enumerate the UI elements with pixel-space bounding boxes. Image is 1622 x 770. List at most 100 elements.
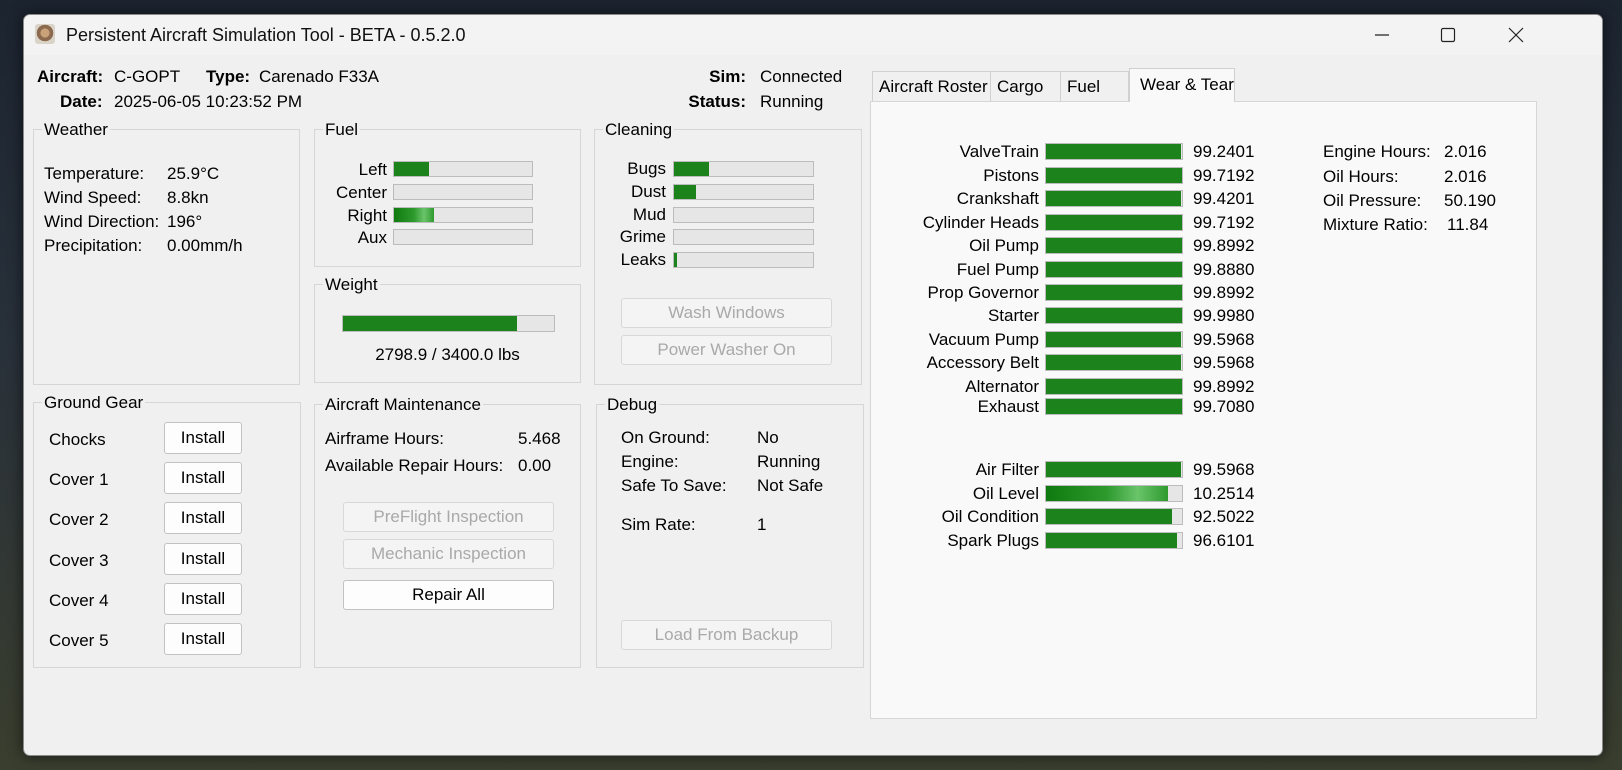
leaks-fill: [674, 253, 677, 267]
prop-governor-fill: [1046, 285, 1182, 300]
cover-5-install-button[interactable]: Install: [164, 623, 242, 655]
oil-pump-label: Oil Pump: [969, 236, 1039, 255]
close-button[interactable]: [1482, 15, 1550, 55]
alternator-bar: [1045, 378, 1183, 395]
sim-label: Sim:: [709, 67, 746, 86]
weight-text: 2798.9 / 3400.0 lbs: [375, 345, 520, 364]
cylinder-heads-bar: [1045, 214, 1183, 231]
cylinder-heads-fill: [1046, 215, 1182, 230]
valvetrain-value: 99.2401: [1193, 142, 1255, 161]
minimize-button[interactable]: [1348, 15, 1416, 55]
repair-hours-value: 0.00: [518, 456, 552, 475]
spark-plugs-label: Spark Plugs: [947, 531, 1039, 550]
oil-condition-label: Oil Condition: [941, 507, 1039, 526]
dust-bar: [673, 184, 814, 200]
cover-4-label: Cover 4: [49, 591, 109, 610]
crankshaft-label: Crankshaft: [956, 189, 1039, 208]
wear-components-list: ValveTrain 99.2401 Pistons 99.7192 Crankshaf…: [871, 102, 1536, 718]
type-value: Carenado F33A: [259, 67, 380, 86]
cover-4-install-button[interactable]: Install: [164, 583, 242, 615]
power-washer-button[interactable]: Power Washer On: [621, 335, 832, 365]
debug-group: Debug On Ground: No Engine: Running Safe…: [596, 395, 864, 668]
mechanic-inspection-button[interactable]: Mechanic Inspection: [343, 539, 554, 569]
title-bar[interactable]: Persistent Aircraft Simulation Tool - BE…: [24, 15, 1602, 55]
grime-bar: [673, 229, 814, 245]
repair-hours-label: Available Repair Hours:: [325, 456, 504, 475]
starter-fill: [1046, 308, 1182, 323]
cleaning-group: Cleaning Bugs Dust Mud Grime Leaks Wash …: [594, 120, 862, 385]
tab-wear-and-tear[interactable]: Wear & Tear: [1129, 68, 1235, 102]
maintenance-title: Aircraft Maintenance: [323, 395, 483, 415]
preflight-inspection-button[interactable]: PreFlight Inspection: [343, 502, 554, 532]
alternator-fill: [1046, 379, 1182, 394]
starter-label: Starter: [987, 306, 1039, 325]
engine-label: Engine:: [621, 452, 679, 471]
bugs-bar: [673, 161, 814, 177]
wind-speed-label: Wind Speed:: [44, 188, 142, 207]
leaks-label: Leaks: [620, 250, 666, 269]
on-ground-value: No: [757, 428, 779, 447]
cover-1-label: Cover 1: [49, 470, 109, 489]
safe-to-save-label: Safe To Save:: [621, 476, 727, 495]
vacuum-pump-bar: [1045, 331, 1183, 348]
cleaning-title: Cleaning: [603, 120, 675, 140]
accessory-belt-bar: [1045, 354, 1183, 371]
debug-title: Debug: [605, 395, 660, 415]
prop-governor-value: 99.8992: [1193, 283, 1255, 302]
bugs-fill: [674, 162, 709, 176]
vacuum-pump-value: 99.5968: [1193, 330, 1255, 349]
crankshaft-bar: [1045, 190, 1183, 207]
oil-condition-value: 92.5022: [1193, 507, 1255, 526]
type-label: Type:: [206, 67, 251, 86]
air-filter-bar: [1045, 461, 1183, 478]
engine-hours-label: Engine Hours:: [1323, 142, 1431, 161]
date-value: 2025-06-05 10:23:52 PM: [114, 92, 303, 111]
maintenance-group: Aircraft Maintenance Airframe Hours: 5.4…: [314, 395, 581, 668]
load-from-backup-button[interactable]: Load From Backup: [621, 620, 832, 650]
fuel-pump-fill: [1046, 262, 1182, 277]
app-logo-icon: [35, 24, 55, 44]
wash-windows-button[interactable]: Wash Windows: [621, 298, 832, 328]
fuel-left-bar: [393, 161, 533, 177]
accessory-belt-label: Accessory Belt: [926, 353, 1039, 372]
cover-2-install-button[interactable]: Install: [164, 502, 242, 534]
date-label: Date:: [60, 92, 103, 111]
starter-bar: [1045, 307, 1183, 324]
aircraft-value: C-GOPT: [114, 67, 181, 86]
cylinder-heads-label: Cylinder Heads: [922, 213, 1039, 232]
window-title: Persistent Aircraft Simulation Tool - BE…: [66, 25, 466, 45]
crankshaft-fill: [1046, 191, 1182, 206]
exhaust-bar: [1045, 398, 1183, 415]
weight-title: Weight: [323, 275, 380, 295]
alternator-label: Alternator: [965, 377, 1039, 396]
status-label: Status:: [688, 92, 746, 111]
alternator-value: 99.8992: [1193, 377, 1255, 396]
tab-cargo[interactable]: Cargo: [990, 71, 1061, 101]
fuel-pump-value: 99.8880: [1193, 260, 1255, 279]
fuel-center-label: Center: [335, 183, 387, 202]
airframe-hours-value: 5.468: [518, 429, 561, 448]
chocks-install-button[interactable]: Install: [164, 422, 242, 454]
chocks-label: Chocks: [49, 430, 106, 449]
fuel-right-fill: [394, 208, 435, 222]
oil-level-fill: [1046, 486, 1169, 501]
spark-plugs-bar: [1045, 532, 1183, 549]
fuel-pump-bar: [1045, 261, 1183, 278]
air-filter-value: 99.5968: [1193, 460, 1255, 479]
maximize-button[interactable]: [1414, 15, 1482, 55]
tab-fuel[interactable]: Fuel: [1060, 71, 1129, 101]
tab-aircraft-roster[interactable]: Aircraft Roster: [872, 71, 991, 101]
accessory-belt-value: 99.5968: [1193, 353, 1255, 372]
prop-governor-label: Prop Governor: [927, 283, 1040, 302]
pistons-value: 99.7192: [1193, 166, 1255, 185]
oil-pressure-value: 50.190: [1444, 191, 1496, 210]
wind-speed-value: 8.8kn: [167, 188, 209, 207]
exhaust-label: Exhaust: [977, 397, 1039, 416]
weather-group: Weather Temperature: 25.9°C Wind Speed: …: [33, 120, 300, 385]
cover-2-label: Cover 2: [49, 510, 109, 529]
repair-all-button[interactable]: Repair All: [343, 580, 554, 610]
dust-label: Dust: [631, 182, 666, 201]
cover-3-install-button[interactable]: Install: [164, 543, 242, 575]
fuel-left-fill: [394, 162, 429, 176]
cover-1-install-button[interactable]: Install: [164, 462, 242, 494]
